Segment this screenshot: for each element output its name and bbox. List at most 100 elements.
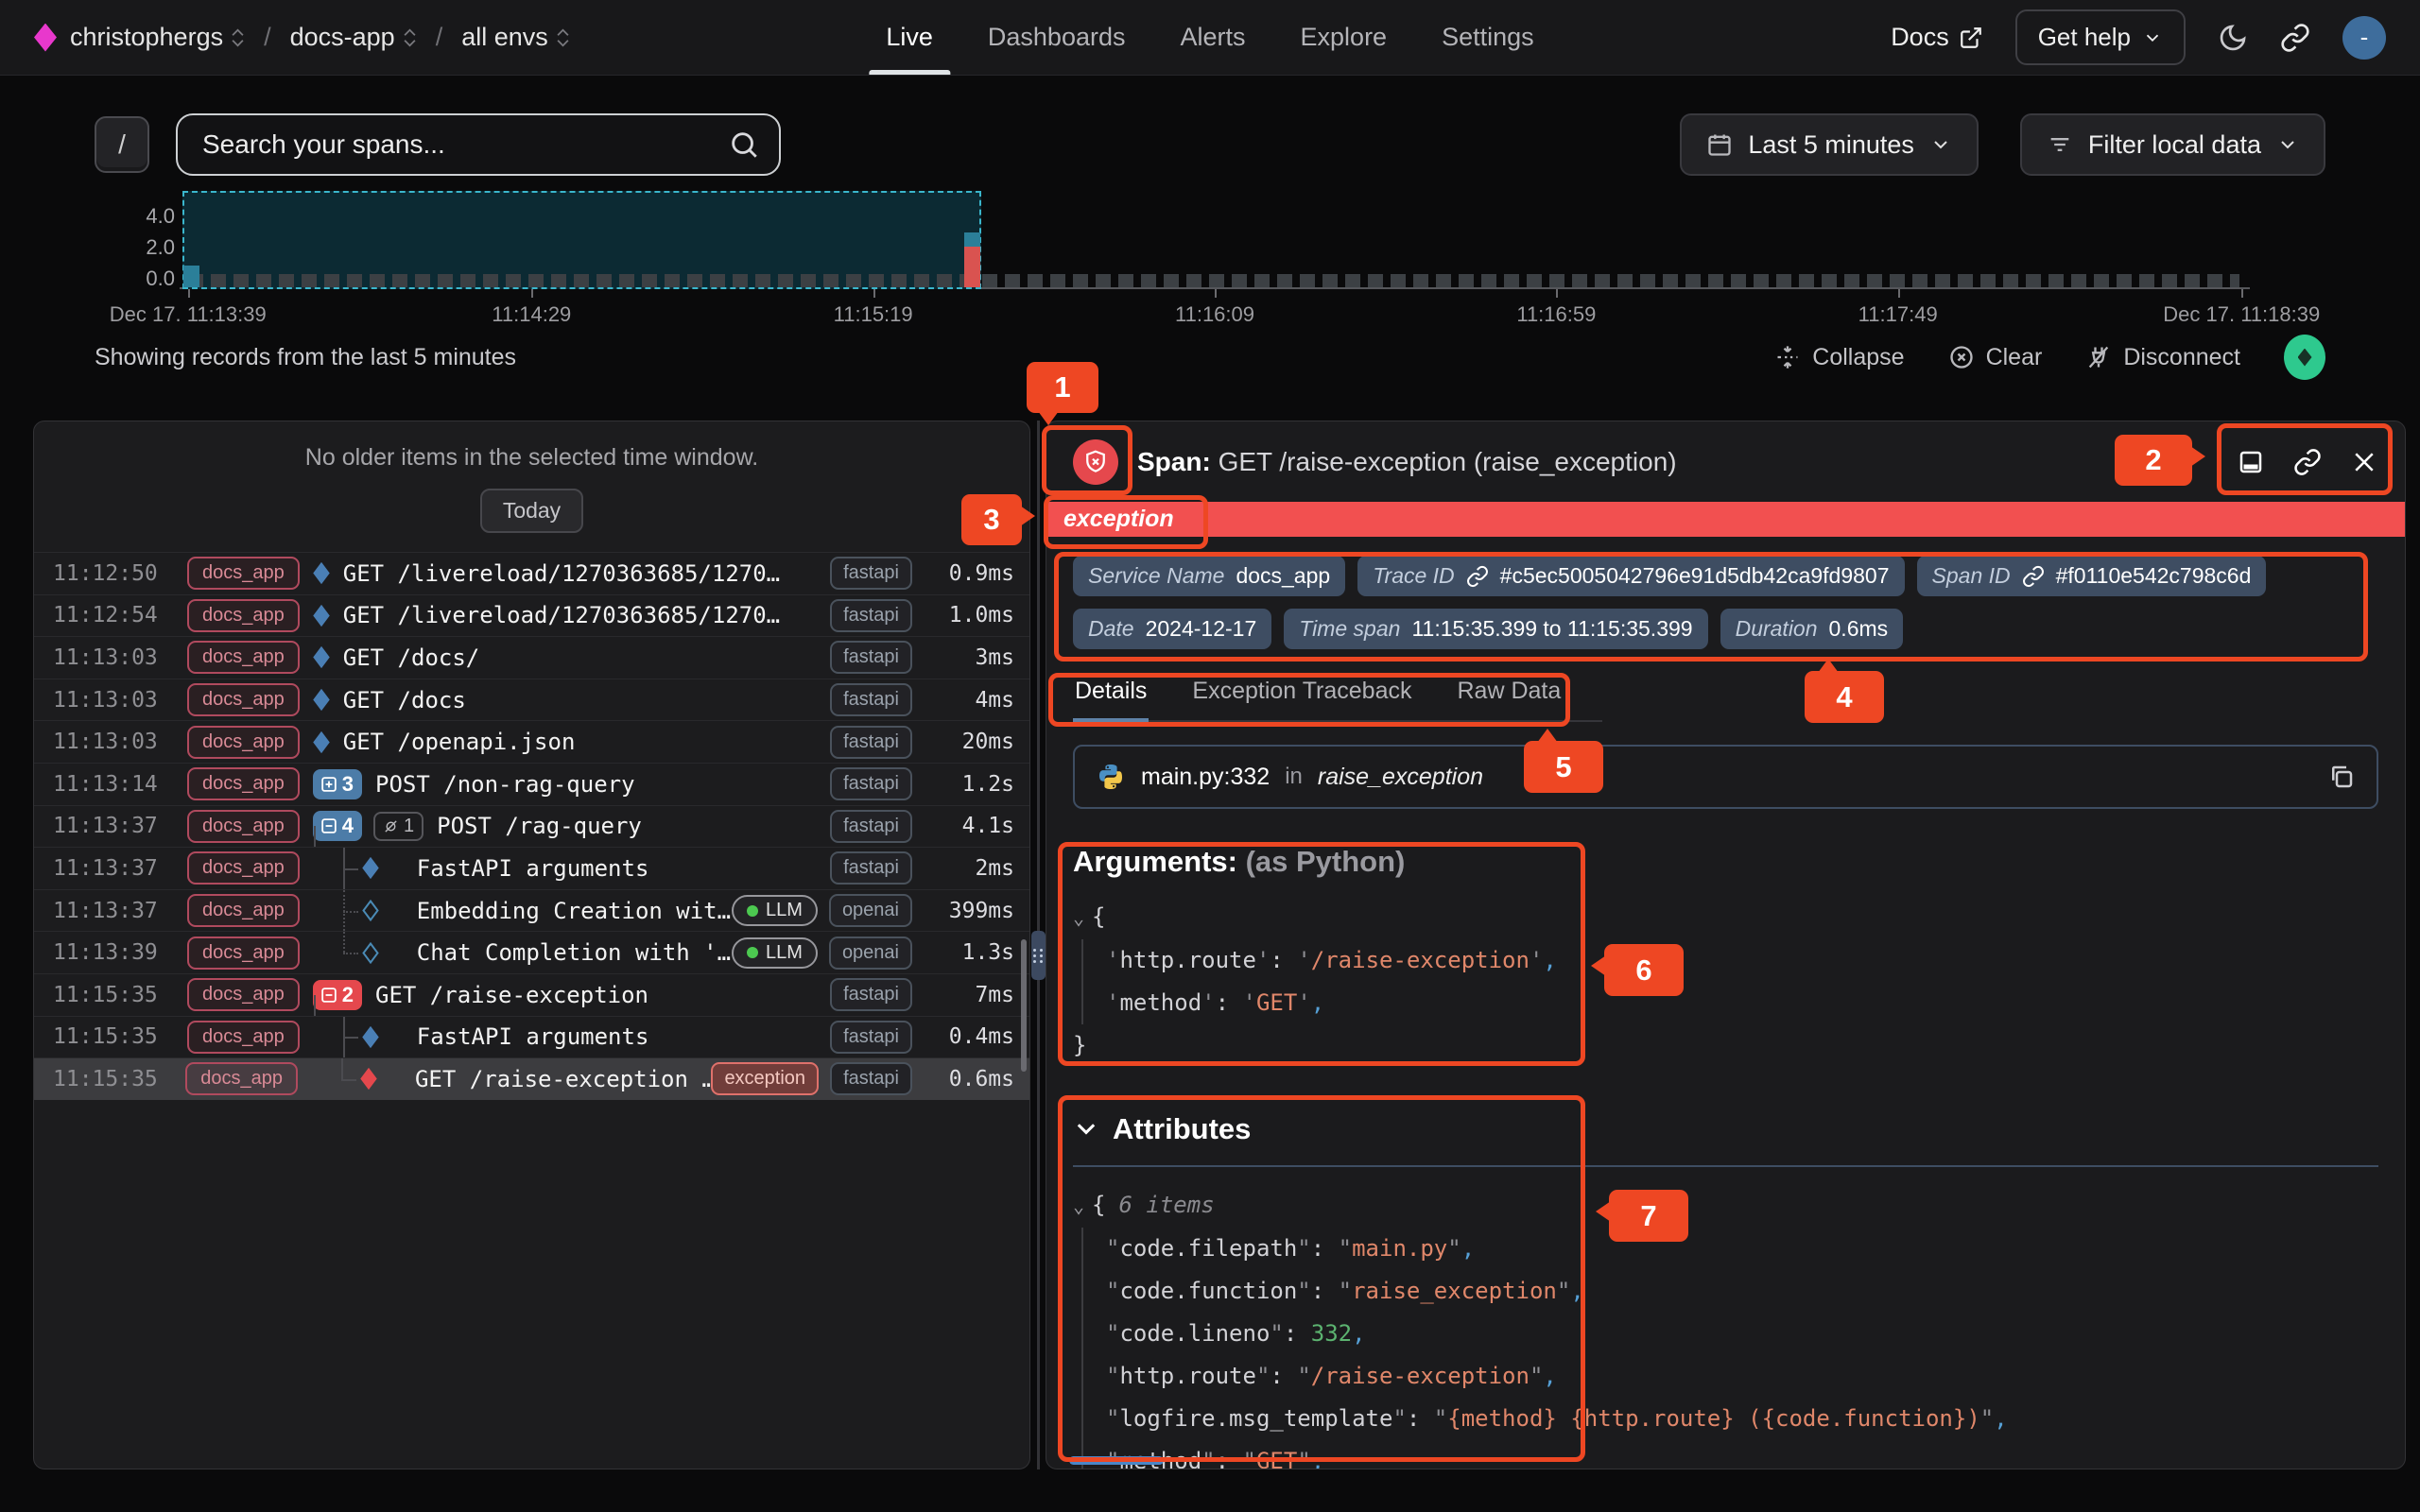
- chart-bar[interactable]: [964, 232, 980, 287]
- user-avatar[interactable]: -: [2342, 16, 2386, 60]
- x-axis-tick: [188, 289, 190, 298]
- calendar-icon: [1706, 131, 1733, 158]
- span-row[interactable]: 11:13:37docs_appFastAPI argumentsfastapi…: [34, 847, 1029, 889]
- x-axis-label: 11:16:59: [1516, 302, 1596, 327]
- code-location-card: main.py:332 in raise_exception: [1073, 745, 2378, 809]
- docs-link[interactable]: Docs: [1891, 23, 1983, 52]
- collapse-badge[interactable]: 2: [313, 980, 362, 1010]
- span-duration: 399ms: [924, 899, 1014, 923]
- tab-exception-traceback[interactable]: Exception Traceback: [1190, 678, 1413, 720]
- arguments-title: Arguments:: [1073, 845, 1237, 878]
- project-selector[interactable]: docs-app: [290, 23, 417, 52]
- span-row[interactable]: 11:15:35docs_app2GET /raise-exceptionfas…: [34, 973, 1029, 1016]
- copy-icon: [2327, 763, 2356, 791]
- copy-link-icon[interactable]: [2293, 448, 2322, 476]
- env-selector[interactable]: all envs: [461, 23, 570, 52]
- today-pill[interactable]: Today: [480, 489, 583, 533]
- filter-local-data-button[interactable]: Filter local data: [2020, 113, 2325, 176]
- updown-chevron-icon: [556, 28, 570, 47]
- exception-banner-label: exception: [1063, 506, 1174, 533]
- showing-records-text: Showing records from the last 5 minutes: [95, 344, 516, 371]
- panel-layout-icon[interactable]: [2237, 448, 2265, 476]
- collapse-badge[interactable]: 4: [313, 811, 362, 841]
- live-status-indicator[interactable]: [2284, 335, 2325, 380]
- spans-histogram[interactable]: 4.02.00.0 Dec 17. 11:13:3911:14:2911:15:…: [0, 183, 2420, 325]
- span-duration: 4.1s: [924, 814, 1014, 838]
- close-icon[interactable]: [2350, 448, 2378, 476]
- x-axis-tick: [2241, 289, 2243, 298]
- expand-badge[interactable]: 3: [313, 769, 362, 799]
- no-older-items-text: No older items in the selected time wind…: [34, 444, 1029, 472]
- get-help-button[interactable]: Get help: [2015, 9, 2186, 65]
- span-row[interactable]: 11:13:03docs_appGET /docs/fastapi3ms: [34, 636, 1029, 679]
- span-row[interactable]: 11:15:35docs_appFastAPI argumentsfastapi…: [34, 1016, 1029, 1058]
- link-icon: [2022, 565, 2045, 588]
- logfire-logo-icon[interactable]: [34, 24, 57, 52]
- span-row[interactable]: 11:13:03docs_appGET /docsfastapi4ms: [34, 679, 1029, 721]
- collapse-button[interactable]: Collapse: [1774, 344, 1904, 371]
- tab-details[interactable]: Details: [1073, 678, 1149, 720]
- attributes-toggle[interactable]: Attributes: [1073, 1112, 2378, 1146]
- copy-button[interactable]: [2327, 763, 2356, 791]
- service-tag: openai: [829, 936, 912, 970]
- span-time: 11:13:03: [53, 730, 174, 754]
- service-tag: fastapi: [830, 851, 912, 885]
- code-in-word: in: [1285, 764, 1303, 790]
- theme-toggle-button[interactable]: [2218, 23, 2248, 53]
- time-range-button[interactable]: Last 5 minutes: [1680, 113, 1979, 176]
- span-duration: 2ms: [924, 856, 1014, 881]
- span-name: POST /rag-query: [437, 813, 642, 839]
- clear-button[interactable]: Clear: [1948, 344, 2043, 371]
- nav-tab-dashboards[interactable]: Dashboards: [988, 0, 1126, 75]
- panel-divider[interactable]: [1030, 421, 1046, 1469]
- span-duration: 1.3s: [924, 940, 1014, 965]
- exception-shield-icon: [1073, 439, 1118, 485]
- panel-resize-handle[interactable]: [1031, 931, 1046, 980]
- hidden-spans-pill[interactable]: 1: [373, 812, 424, 841]
- service-pill: docs_app: [185, 1062, 298, 1095]
- tab-raw-data[interactable]: Raw Data: [1456, 678, 1564, 720]
- span-diamond-icon: [313, 646, 330, 668]
- meta-pill-date: Date2024-12-17: [1073, 609, 1271, 649]
- top-nav: christophergs / docs-app / all envs Live…: [0, 0, 2420, 76]
- span-row[interactable]: 11:13:37docs_appEmbedding Creation wit…L…: [34, 889, 1029, 932]
- meta-pill-span-id[interactable]: Span ID#f0110e542c798c6d: [1917, 556, 2267, 596]
- chart-bar[interactable]: [183, 266, 199, 287]
- span-duration: 1.2s: [924, 772, 1014, 797]
- service-pill: docs_app: [187, 726, 300, 759]
- annotation-tag-3: 3: [961, 494, 1022, 545]
- span-title: Span: GET /raise-exception (raise_except…: [1137, 447, 1677, 477]
- span-row[interactable]: 11:12:50docs_appGET /livereload/12703636…: [34, 552, 1029, 594]
- org-selector[interactable]: christophergs: [70, 23, 245, 52]
- search-input[interactable]: [176, 113, 781, 176]
- share-link-button[interactable]: [2280, 23, 2310, 53]
- x-axis-label: Dec 17. 11:13:39: [110, 302, 267, 327]
- list-scrollbar[interactable]: [1021, 939, 1027, 1072]
- nav-tab-settings[interactable]: Settings: [1442, 0, 1534, 75]
- disconnect-button[interactable]: Disconnect: [2085, 344, 2240, 371]
- span-row[interactable]: 11:13:14docs_app3POST /non-rag-queryfast…: [34, 763, 1029, 805]
- tree-connector: [300, 932, 404, 973]
- span-time: 11:13:03: [53, 645, 174, 670]
- service-tag: fastapi: [830, 683, 912, 716]
- eye-off-icon: [383, 818, 399, 834]
- meta-pill-trace-id[interactable]: Trace ID#c5ec5005042796e91d5db42ca9fd980…: [1357, 556, 1904, 596]
- span-row[interactable]: 11:15:35docs_appGET /raise-exception …ex…: [34, 1057, 1029, 1100]
- detail-horizontal-scrollbar[interactable]: [1069, 1456, 1164, 1465]
- arguments-section: Arguments: (as Python) ⌄{'http.route': '…: [1073, 845, 2378, 1067]
- span-row[interactable]: 11:13:37docs_app41POST /rag-queryfastapi…: [34, 805, 1029, 848]
- nav-tab-live[interactable]: Live: [886, 0, 933, 75]
- span-time: 11:13:14: [53, 772, 174, 797]
- nav-tab-explore[interactable]: Explore: [1301, 0, 1388, 75]
- attributes-title: Attributes: [1113, 1112, 1251, 1146]
- span-row[interactable]: 11:13:03docs_appGET /openapi.jsonfastapi…: [34, 720, 1029, 763]
- span-row[interactable]: 11:12:54docs_appGET /livereload/12703636…: [34, 594, 1029, 637]
- nav-tab-alerts[interactable]: Alerts: [1180, 0, 1245, 75]
- span-time: 11:13:37: [53, 899, 174, 923]
- toolbar: / Last 5 minutes Filter local data: [0, 76, 2420, 176]
- span-row[interactable]: 11:13:39docs_appChat Completion with '…L…: [34, 931, 1029, 973]
- span-name: Embedding Creation wit…: [417, 898, 731, 924]
- span-detail-panel: Span: GET /raise-exception (raise_except…: [1046, 421, 2406, 1469]
- annotation-tag-1: 1: [1027, 362, 1098, 413]
- filter-label: Filter local data: [2088, 130, 2261, 160]
